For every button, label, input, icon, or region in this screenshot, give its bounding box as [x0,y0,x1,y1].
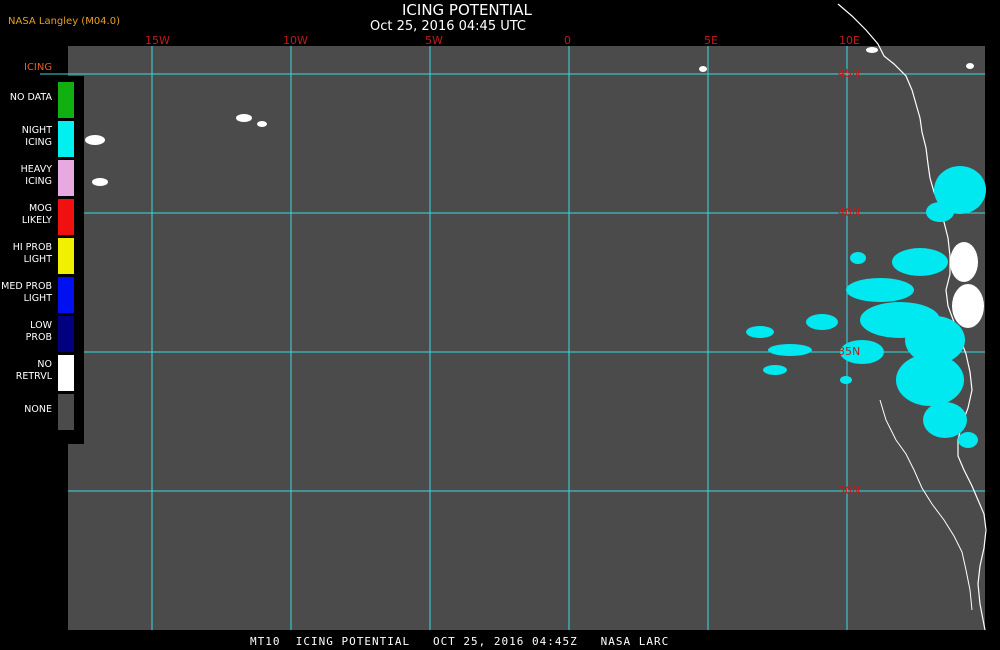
lon-label-5e: 5E [704,34,718,47]
white-patch [85,135,105,145]
icing-cluster [923,402,967,438]
icing-cluster [763,365,787,375]
map-overlay [40,3,987,631]
footer-caption: MT10 ICING POTENTIAL OCT 25, 2016 04:45Z… [250,635,670,648]
map-datetime: Oct 25, 2016 04:45 UTC [370,19,526,34]
legend-swatch [57,198,75,236]
lat-label-30n: 30N [838,484,861,497]
white-patch [92,178,108,186]
legend-item: MED PROB LIGHT [0,275,84,314]
legend-swatch [57,393,75,431]
legend-swatch [57,237,75,275]
legend-swatch [57,81,75,119]
legend-item-label: LOW PROB [25,320,52,343]
legend-item-label: NO DATA [9,92,52,103]
icing-cluster [806,314,838,330]
icing-cluster [926,202,954,222]
legend-item-label: HEAVY ICING [20,164,52,187]
icing-cluster [892,248,948,276]
icing-cluster [840,376,852,384]
icing-cluster [896,354,964,406]
icing-clusters [746,166,986,448]
white-patch [966,63,974,69]
lon-label-10e: 10E [839,34,860,47]
legend-item: NIGHT ICING [0,119,84,158]
white-patch [236,114,252,122]
graticule [40,46,985,630]
credit-label: NASA Langley (M04.0) [8,16,120,27]
legend-swatch [57,315,75,353]
white-patch [950,242,978,282]
legend-swatch [57,159,75,197]
lat-label-40n: 40N [838,206,861,219]
legend-item: HEAVY ICING [0,158,84,197]
legend-item: NO DATA [0,80,84,119]
white-patch [866,47,878,53]
lat-label-35n: 35N [838,345,861,358]
lon-label-5w: 5W [425,34,443,47]
lon-label-0: 0 [564,34,571,47]
legend-item-label: NO RETRVL [15,359,52,382]
white-patch [257,121,267,127]
icing-cluster [746,326,774,338]
legend-item: HI PROB LIGHT [0,236,84,275]
lat-label-45n: 45N [838,67,861,80]
legend-item: NO RETRVL [0,353,84,392]
legend-item-label: MOG LIKELY [21,203,52,226]
icing-cluster [768,344,812,356]
legend-item-label: HI PROB LIGHT [12,242,52,265]
map-title: ICING POTENTIAL [402,1,532,19]
legend-item-label: MED PROB LIGHT [1,281,52,304]
legend: NO DATA NIGHT ICING HEAVY ICING MOG LIKELY H… [0,76,84,444]
white-patch [952,284,984,328]
icing-cluster [846,278,914,302]
legend-item: LOW PROB [0,314,84,353]
legend-swatch [57,354,75,392]
icing-cluster [850,252,866,264]
lon-label-15w: 15W [145,34,170,47]
legend-item: NONE [0,392,84,431]
legend-item-label: NIGHT ICING [21,125,52,148]
legend-swatch [57,120,75,158]
lon-label-10w: 10W [283,34,308,47]
white-patch [699,66,707,72]
legend-item: MOG LIKELY [0,197,84,236]
legend-title: ICING [24,62,53,73]
legend-swatch [57,276,75,314]
legend-item-label: NONE [24,404,52,415]
icing-cluster [958,432,978,448]
